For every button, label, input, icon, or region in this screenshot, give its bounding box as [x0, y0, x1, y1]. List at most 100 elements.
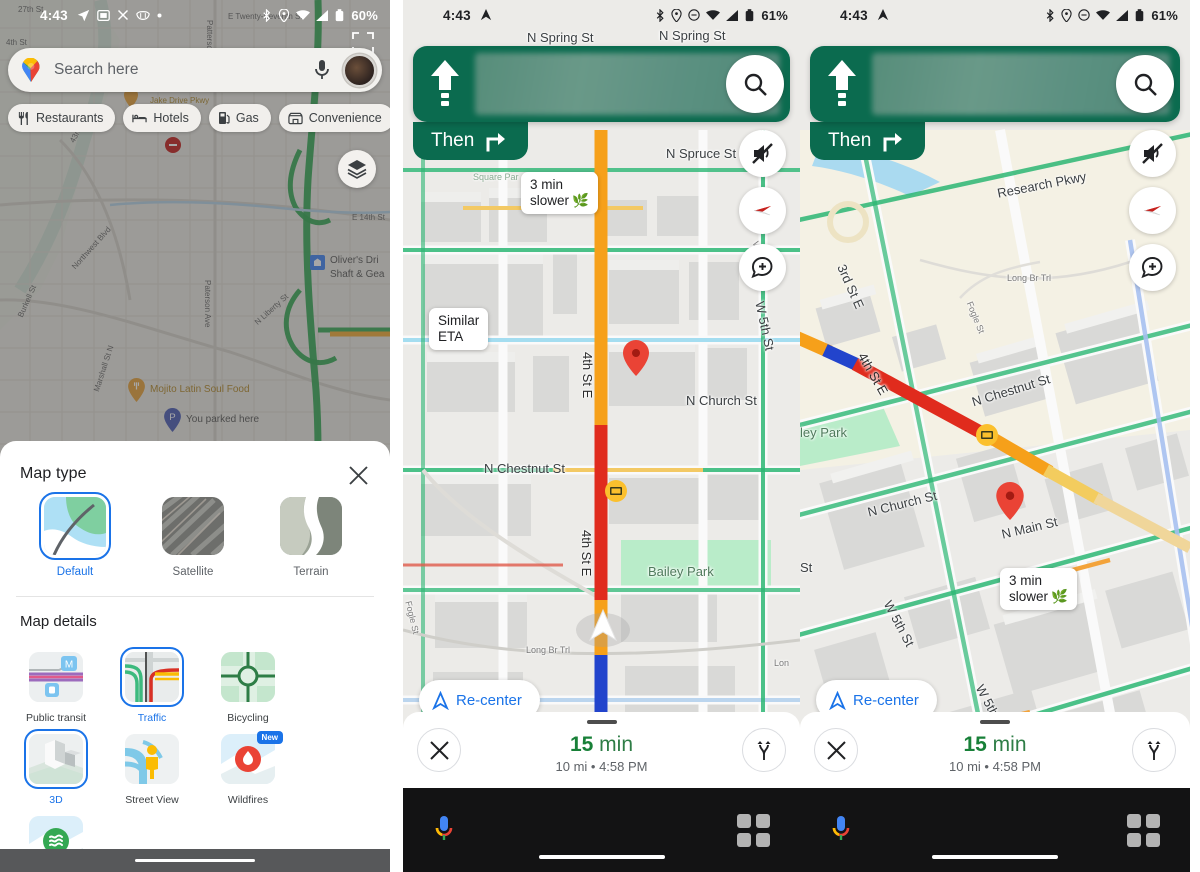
- destination-pin[interactable]: [996, 482, 1024, 525]
- mute-button[interactable]: [1129, 130, 1176, 177]
- route-callout-slower[interactable]: 3 min slower 🌿: [1000, 568, 1077, 610]
- alternate-routes-button[interactable]: [1132, 728, 1176, 772]
- detail-street-view[interactable]: Street View: [104, 734, 200, 806]
- home-pill[interactable]: [538, 855, 665, 859]
- compass-button[interactable]: [739, 187, 786, 234]
- chip-convenience[interactable]: Convenience: [278, 104, 390, 132]
- map-type-default[interactable]: Default: [16, 492, 134, 578]
- sheet-grab-handle[interactable]: [980, 720, 1010, 724]
- recenter-icon: [829, 690, 846, 710]
- route-callout-similar-eta[interactable]: Similar ETA: [429, 308, 489, 350]
- search-input[interactable]: Search here: [54, 61, 313, 79]
- wifi-icon: [1096, 9, 1111, 21]
- battery-icon: [1135, 8, 1144, 22]
- home-pill[interactable]: [932, 855, 1058, 859]
- status-bar-3: 4:43 61%: [800, 0, 1190, 30]
- report-button[interactable]: [1129, 244, 1176, 291]
- status-bar-2: 4:43 61%: [403, 0, 800, 30]
- then-label: Then: [828, 130, 872, 151]
- status-left-icons: [480, 9, 492, 21]
- location-icon: [671, 8, 683, 22]
- filter-chips: Restaurants Hotels Gas Convenience: [8, 104, 390, 132]
- alternate-routes-button[interactable]: [742, 728, 786, 772]
- speed-camera-marker[interactable]: [605, 480, 627, 507]
- chip-restaurants[interactable]: Restaurants: [8, 104, 116, 132]
- callout-line1: Similar: [438, 313, 480, 328]
- map-type-sheet: Map type Default Satellite Terrain Map d…: [0, 441, 390, 866]
- home-pill[interactable]: [135, 858, 255, 863]
- avatar[interactable]: [343, 53, 376, 87]
- recenter-label: Re-center: [456, 691, 522, 709]
- eta-duration-value: 15: [569, 732, 594, 756]
- mute-button[interactable]: [739, 130, 786, 177]
- callout-line2: slower: [1009, 588, 1049, 604]
- eta-bar-2[interactable]: 15 min 10 mi • 4:58 PM: [403, 712, 800, 788]
- phone-screen-navigation-rotated: 4:43 61% Research Pkwy 3rd St E Long Br …: [800, 0, 1190, 872]
- callout-line1: 3 min: [1009, 573, 1043, 588]
- map-type-satellite[interactable]: Satellite: [134, 497, 252, 578]
- chip-gas[interactable]: Gas: [208, 104, 271, 132]
- nav-side-buttons-2: [739, 130, 786, 291]
- phone-screen-navigation-north-up: 4:43 61% N Spring St N Spring St N Spruc…: [403, 0, 800, 872]
- eta-duration-value: 15: [963, 732, 987, 756]
- end-navigation-button[interactable]: [417, 728, 461, 772]
- system-nav-bar-1: [0, 849, 390, 872]
- map-label: N Spring St: [527, 30, 594, 45]
- app-grid-icon[interactable]: [737, 813, 770, 847]
- eta-duration-unit: min: [992, 732, 1027, 756]
- status-bar-1: 4:43 60%: [0, 0, 390, 30]
- sheet-divider: [16, 596, 374, 597]
- eta-details: 10 mi • 4:58 PM: [949, 758, 1041, 774]
- map-label: N Spring St: [659, 28, 726, 43]
- detail-label: Street View: [125, 794, 179, 806]
- map-label: Long Br Trl: [526, 645, 571, 655]
- battery-icon: [335, 8, 344, 22]
- detail-3d[interactable]: 3D: [8, 729, 104, 806]
- compass-button[interactable]: [1129, 187, 1176, 234]
- detail-wildfires[interactable]: New Wildfires: [200, 731, 296, 806]
- recenter-label: Re-center: [853, 691, 919, 709]
- chip-hotels[interactable]: Hotels: [123, 104, 201, 132]
- sheet-grab-handle[interactable]: [586, 720, 617, 724]
- detail-public-transit[interactable]: M Public transit: [8, 652, 104, 724]
- eco-leaf-icon: 🌿: [572, 192, 589, 208]
- speed-camera-marker[interactable]: [976, 424, 998, 451]
- detail-label: Bicycling: [227, 712, 269, 724]
- public-transit-thumbnail: M: [29, 652, 83, 702]
- end-navigation-button[interactable]: [814, 728, 858, 772]
- destination-pin[interactable]: [623, 340, 649, 381]
- app-grid-icon[interactable]: [1127, 813, 1160, 847]
- status-right-icons: 60%: [261, 8, 378, 23]
- assistant-mic-icon[interactable]: [830, 814, 852, 846]
- map-label: 4th St E: [580, 352, 595, 399]
- status-right-icons: 61%: [655, 8, 788, 23]
- layers-button[interactable]: [338, 150, 376, 188]
- search-button[interactable]: [726, 55, 784, 113]
- map-type-terrain[interactable]: Terrain: [252, 497, 370, 578]
- detail-bicycling[interactable]: Bicycling: [200, 652, 296, 724]
- close-icon[interactable]: [346, 463, 370, 487]
- report-button[interactable]: [739, 244, 786, 291]
- google-maps-pin-icon: [20, 58, 42, 82]
- map-label: Square Par: [473, 172, 519, 182]
- assistant-mic-icon[interactable]: [433, 814, 455, 846]
- eco-leaf-icon: 🌿: [1051, 588, 1068, 604]
- map-label: Lon: [774, 658, 790, 668]
- mic-icon[interactable]: [313, 59, 337, 81]
- new-badge: New: [256, 731, 283, 744]
- search-button[interactable]: [1116, 55, 1174, 113]
- detail-traffic[interactable]: Traffic: [104, 647, 200, 724]
- phone-screen-map-type: 27th St 4th St E Twenty-Seventh St E Twe…: [0, 0, 390, 872]
- eta-bar-3[interactable]: 15 min 10 mi • 4:58 PM: [800, 712, 1190, 788]
- search-bar[interactable]: Search here: [8, 48, 382, 92]
- then-maneuver-chip: Then: [810, 122, 926, 160]
- detail-label: 3D: [49, 794, 63, 806]
- route-callout-slower[interactable]: 3 min slower 🌿: [521, 172, 598, 214]
- navigation-icon: [480, 9, 492, 21]
- eta-duration: 15 min: [461, 733, 742, 757]
- then-label: Then: [431, 130, 475, 151]
- mask-icon: [135, 10, 150, 21]
- map-label: N Chestnut St: [484, 461, 565, 476]
- message-icon: [96, 9, 110, 22]
- status-time: 4:43: [443, 7, 471, 23]
